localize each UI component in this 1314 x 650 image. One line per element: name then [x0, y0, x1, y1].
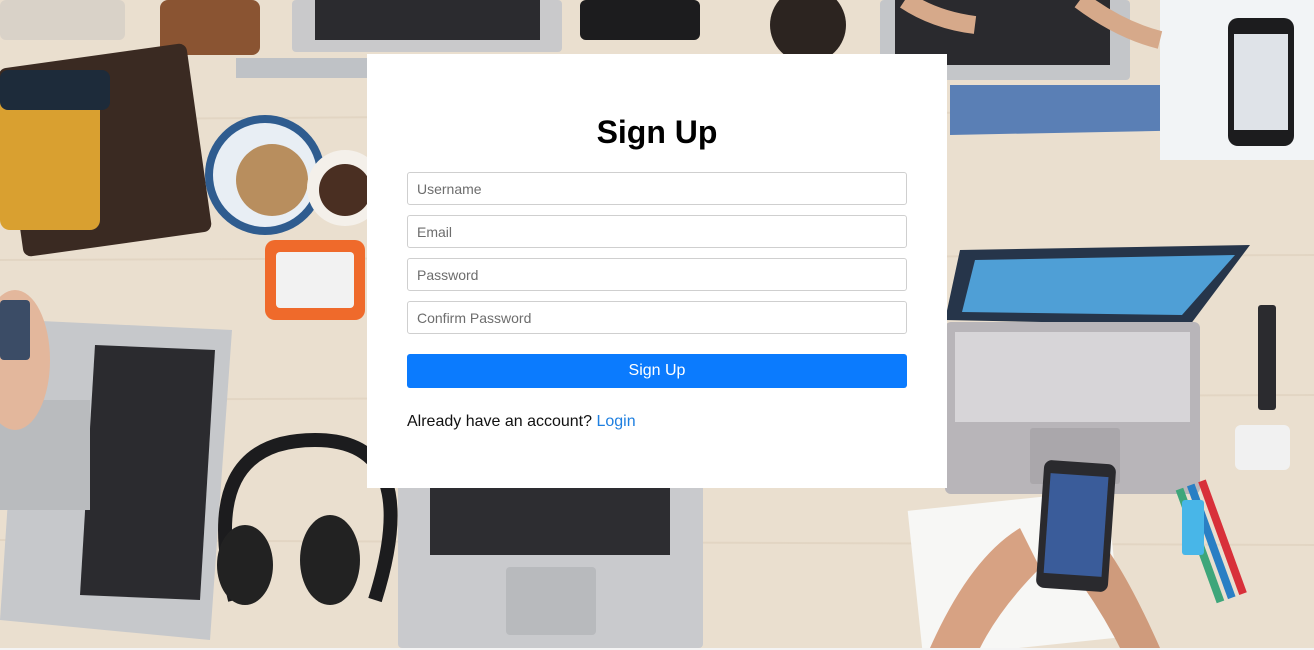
signup-card: Sign Up Sign Up Already have an account?… — [367, 54, 947, 488]
login-link[interactable]: Login — [596, 413, 635, 430]
username-input[interactable] — [407, 172, 907, 205]
signup-button[interactable]: Sign Up — [407, 354, 907, 388]
confirm-password-input[interactable] — [407, 301, 907, 334]
login-prompt-text: Already have an account? — [407, 413, 597, 430]
login-prompt: Already have an account? Login — [407, 414, 636, 430]
signup-title: Sign Up — [596, 114, 718, 150]
password-input[interactable] — [407, 258, 907, 291]
email-input[interactable] — [407, 215, 907, 248]
